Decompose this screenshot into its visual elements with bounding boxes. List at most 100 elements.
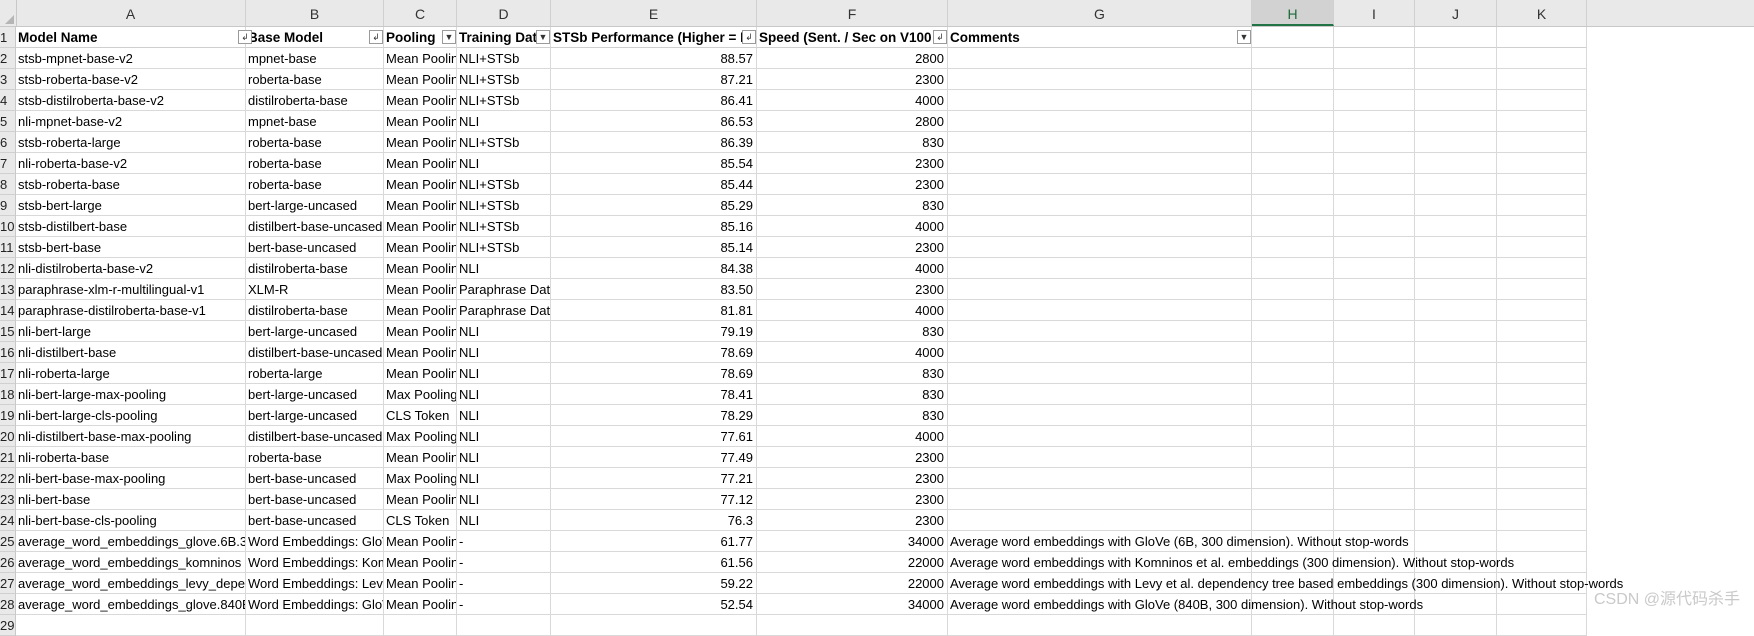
empty-cell[interactable] — [1497, 447, 1587, 468]
cell-pooling[interactable]: CLS Token — [384, 510, 457, 531]
cell-model-name[interactable]: paraphrase-distilroberta-base-v1 — [16, 300, 246, 321]
cell-stsb-performance[interactable]: 78.29 — [551, 405, 757, 426]
empty-cell[interactable] — [1497, 111, 1587, 132]
cell-training-data[interactable]: Paraphrase Data — [457, 300, 551, 321]
cell-training-data[interactable]: - — [457, 594, 551, 615]
empty-cell[interactable] — [1252, 237, 1334, 258]
empty-cell[interactable] — [1497, 48, 1587, 69]
cell-pooling[interactable]: Mean Pooling — [384, 363, 457, 384]
row-header[interactable]: 1 — [0, 27, 16, 48]
empty-cell[interactable] — [1334, 216, 1415, 237]
row-header[interactable]: 9 — [0, 195, 16, 216]
cell-model-name[interactable]: nli-bert-base-cls-pooling — [16, 510, 246, 531]
cell-stsb-performance[interactable]: 81.81 — [551, 300, 757, 321]
cell-comments[interactable] — [948, 405, 1252, 426]
cell-comments[interactable] — [948, 279, 1252, 300]
empty-cell[interactable] — [1497, 195, 1587, 216]
empty-cell[interactable] — [1497, 132, 1587, 153]
cell-base-model[interactable]: distilbert-base-uncased — [246, 216, 384, 237]
cell-training-data[interactable]: NLI+STSb — [457, 90, 551, 111]
cell-base-model[interactable]: Word Embeddings: Levy et al. — [246, 573, 384, 594]
column-header-i[interactable]: I — [1334, 0, 1415, 26]
cell-base-model[interactable]: roberta-base — [246, 174, 384, 195]
empty-cell[interactable] — [1497, 405, 1587, 426]
row-header[interactable]: 13 — [0, 279, 16, 300]
cell-base-model[interactable]: Word Embeddings: GloVe — [246, 531, 384, 552]
row-header[interactable]: 22 — [0, 468, 16, 489]
cell-base-model[interactable]: bert-base-uncased — [246, 237, 384, 258]
cell-model-name[interactable]: paraphrase-xlm-r-multilingual-v1 — [16, 279, 246, 300]
cell-comments[interactable] — [948, 69, 1252, 90]
empty-cell[interactable] — [1252, 216, 1334, 237]
cell-base-model[interactable]: bert-large-uncased — [246, 195, 384, 216]
row-header[interactable]: 10 — [0, 216, 16, 237]
cell-comments[interactable] — [948, 111, 1252, 132]
cell-pooling[interactable]: Mean Pooling — [384, 132, 457, 153]
cell-model-name[interactable]: stsb-distilbert-base — [16, 216, 246, 237]
column-header-g[interactable]: G — [948, 0, 1252, 26]
cell-speed[interactable]: 830 — [757, 363, 948, 384]
row-header[interactable]: 4 — [0, 90, 16, 111]
empty-cell[interactable] — [1415, 90, 1497, 111]
empty-cell[interactable] — [1252, 48, 1334, 69]
cell-stsb-performance[interactable]: 59.22 — [551, 573, 757, 594]
empty-cell[interactable] — [1334, 90, 1415, 111]
empty-cell[interactable] — [1415, 216, 1497, 237]
cell-pooling[interactable]: Mean Pooling — [384, 489, 457, 510]
cell-comments[interactable] — [948, 426, 1252, 447]
cell-model-name[interactable]: average_word_embeddings_glove.840B.300d — [16, 594, 246, 615]
empty-cell[interactable] — [1415, 447, 1497, 468]
cell-training-data[interactable]: NLI — [457, 405, 551, 426]
empty-cell[interactable] — [1252, 90, 1334, 111]
cell-stsb-performance[interactable]: 85.29 — [551, 195, 757, 216]
empty-cell[interactable] — [1497, 594, 1587, 615]
cell-comments[interactable] — [948, 447, 1252, 468]
empty-cell[interactable] — [1497, 510, 1587, 531]
cell-stsb-performance[interactable]: 88.57 — [551, 48, 757, 69]
empty-cell[interactable] — [1415, 237, 1497, 258]
cell-base-model[interactable]: distilbert-base-uncased — [246, 342, 384, 363]
cell-speed[interactable]: 2800 — [757, 111, 948, 132]
empty-cell[interactable] — [1415, 510, 1497, 531]
cell-pooling[interactable]: Mean Pooling — [384, 342, 457, 363]
empty-cell[interactable] — [1252, 489, 1334, 510]
empty-cell[interactable] — [1334, 342, 1415, 363]
cell-pooling[interactable]: Mean Pooling — [384, 174, 457, 195]
cell-model-name[interactable]: stsb-distilroberta-base-v2 — [16, 90, 246, 111]
cell-base-model[interactable]: Word Embeddings: Komninos — [246, 552, 384, 573]
row-header[interactable]: 15 — [0, 321, 16, 342]
cell-speed[interactable]: 4000 — [757, 426, 948, 447]
cell-training-data[interactable]: NLI+STSb — [457, 237, 551, 258]
empty-cell[interactable] — [1334, 489, 1415, 510]
cell-model-name[interactable]: nli-bert-large-cls-pooling — [16, 405, 246, 426]
sort-asc-filter-icon[interactable]: ↲ — [238, 30, 252, 44]
cell-stsb-performance[interactable]: 52.54 — [551, 594, 757, 615]
empty-cell[interactable] — [1497, 153, 1587, 174]
column-header-h[interactable]: H — [1252, 0, 1334, 26]
empty-cell[interactable] — [1334, 510, 1415, 531]
cell-base-model[interactable]: distilroberta-base — [246, 300, 384, 321]
empty-cell[interactable] — [1497, 531, 1587, 552]
empty-cell[interactable] — [1497, 216, 1587, 237]
cell-speed[interactable]: 830 — [757, 321, 948, 342]
cell-training-data[interactable]: - — [457, 552, 551, 573]
empty-cell[interactable] — [1334, 468, 1415, 489]
cell-pooling[interactable]: Mean Pooling — [384, 258, 457, 279]
cell-pooling[interactable]: Mean Pooling — [384, 552, 457, 573]
empty-cell[interactable] — [1252, 342, 1334, 363]
row-header[interactable]: 24 — [0, 510, 16, 531]
cell-training-data[interactable]: NLI — [457, 468, 551, 489]
row-header[interactable]: 27 — [0, 573, 16, 594]
cell-model-name[interactable]: nli-distilbert-base — [16, 342, 246, 363]
cell-pooling[interactable]: Mean Pooling — [384, 90, 457, 111]
empty-cell[interactable] — [1252, 195, 1334, 216]
empty-cell[interactable] — [1334, 111, 1415, 132]
cell-base-model[interactable]: Word Embeddings: GloVe — [246, 594, 384, 615]
empty-cell[interactable] — [1497, 300, 1587, 321]
cell-speed[interactable]: 4000 — [757, 258, 948, 279]
empty-cell[interactable] — [1415, 258, 1497, 279]
cell-comments[interactable] — [948, 321, 1252, 342]
filter-dropdown-icon[interactable]: ▼ — [1237, 30, 1251, 44]
empty-cell[interactable] — [1252, 384, 1334, 405]
empty-cell[interactable] — [1415, 363, 1497, 384]
